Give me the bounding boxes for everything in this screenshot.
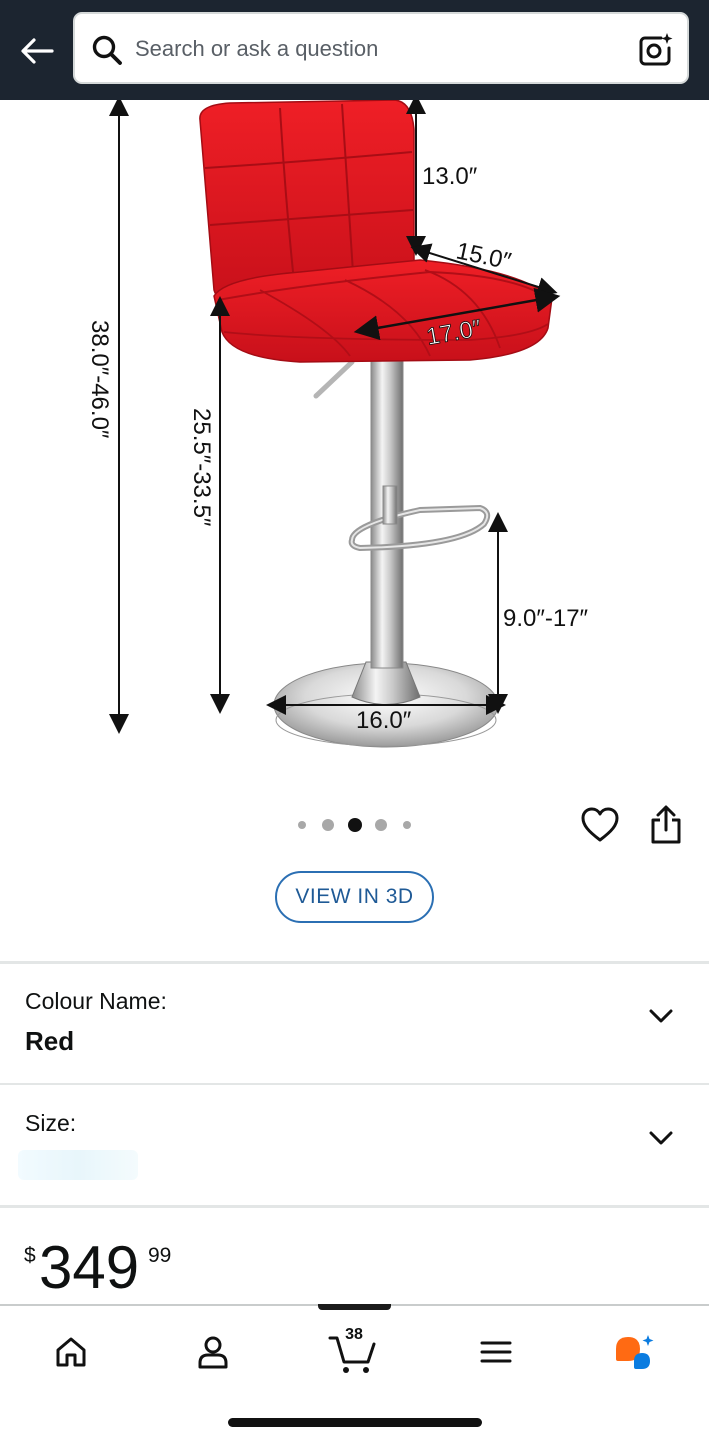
rufus-icon — [616, 1335, 654, 1369]
carousel-dot[interactable] — [322, 819, 334, 831]
price-fraction: 99 — [148, 1244, 172, 1267]
colour-selector[interactable]: Colour Name: Red — [0, 964, 709, 1082]
dim-footrest-height: 9.0″-17″ — [503, 605, 589, 632]
dim-seat-height: 25.5″-33.5″ — [188, 408, 215, 527]
nav-home[interactable] — [41, 1324, 101, 1380]
dim-back-height: 13.0″ — [422, 163, 478, 190]
carousel-dot[interactable] — [298, 821, 306, 829]
bottom-navigation: 38 — [0, 1304, 709, 1440]
bar-stool-illustration: 38.0″-46.0″ 25.5″-33.5″ 13.0″ 15.0″ 17.0… — [86, 100, 589, 748]
price-currency-symbol: $ — [24, 1244, 36, 1267]
dim-base-diameter: 16.0″ — [356, 707, 412, 734]
carousel-dot-active[interactable] — [348, 818, 362, 832]
view-in-3d-button[interactable]: VIEW IN 3D — [275, 871, 434, 923]
section-divider — [0, 1205, 709, 1208]
carousel-dot[interactable] — [375, 819, 387, 831]
dim-total-height: 38.0″-46.0″ — [86, 320, 113, 439]
size-label: Size: — [25, 1110, 77, 1136]
nav-cart[interactable]: 38 — [324, 1324, 384, 1380]
top-bar — [0, 0, 709, 100]
price-whole: 349 — [39, 1234, 140, 1301]
cart-count-badge: 38 — [345, 1326, 363, 1343]
chevron-down-icon — [649, 1009, 673, 1023]
search-bar[interactable] — [73, 12, 689, 84]
nav-rufus-assistant[interactable] — [606, 1324, 666, 1380]
option-divider — [0, 1083, 709, 1085]
wishlist-heart-icon[interactable] — [580, 806, 620, 844]
colour-label: Colour Name: — [25, 988, 167, 1014]
size-value-loading — [18, 1150, 138, 1180]
nav-account[interactable] — [183, 1324, 243, 1380]
search-icon — [92, 35, 122, 65]
share-icon[interactable] — [646, 804, 686, 846]
menu-icon — [480, 1341, 512, 1363]
size-selector[interactable]: Size: — [0, 1086, 709, 1204]
search-input[interactable] — [135, 28, 615, 70]
nav-menu[interactable] — [466, 1324, 526, 1380]
back-button[interactable] — [14, 28, 60, 74]
home-icon — [56, 1337, 86, 1367]
colour-value: Red — [25, 1026, 75, 1056]
carousel-dot[interactable] — [403, 821, 411, 829]
chevron-down-icon — [649, 1131, 673, 1145]
active-tab-indicator — [318, 1304, 391, 1310]
product-image[interactable]: 38.0″-46.0″ 25.5″-33.5″ 13.0″ 15.0″ 17.0… — [0, 100, 709, 780]
account-icon — [198, 1336, 228, 1369]
back-arrow-icon — [21, 38, 54, 64]
system-home-indicator — [228, 1418, 482, 1427]
camera-search-icon[interactable] — [635, 30, 675, 70]
